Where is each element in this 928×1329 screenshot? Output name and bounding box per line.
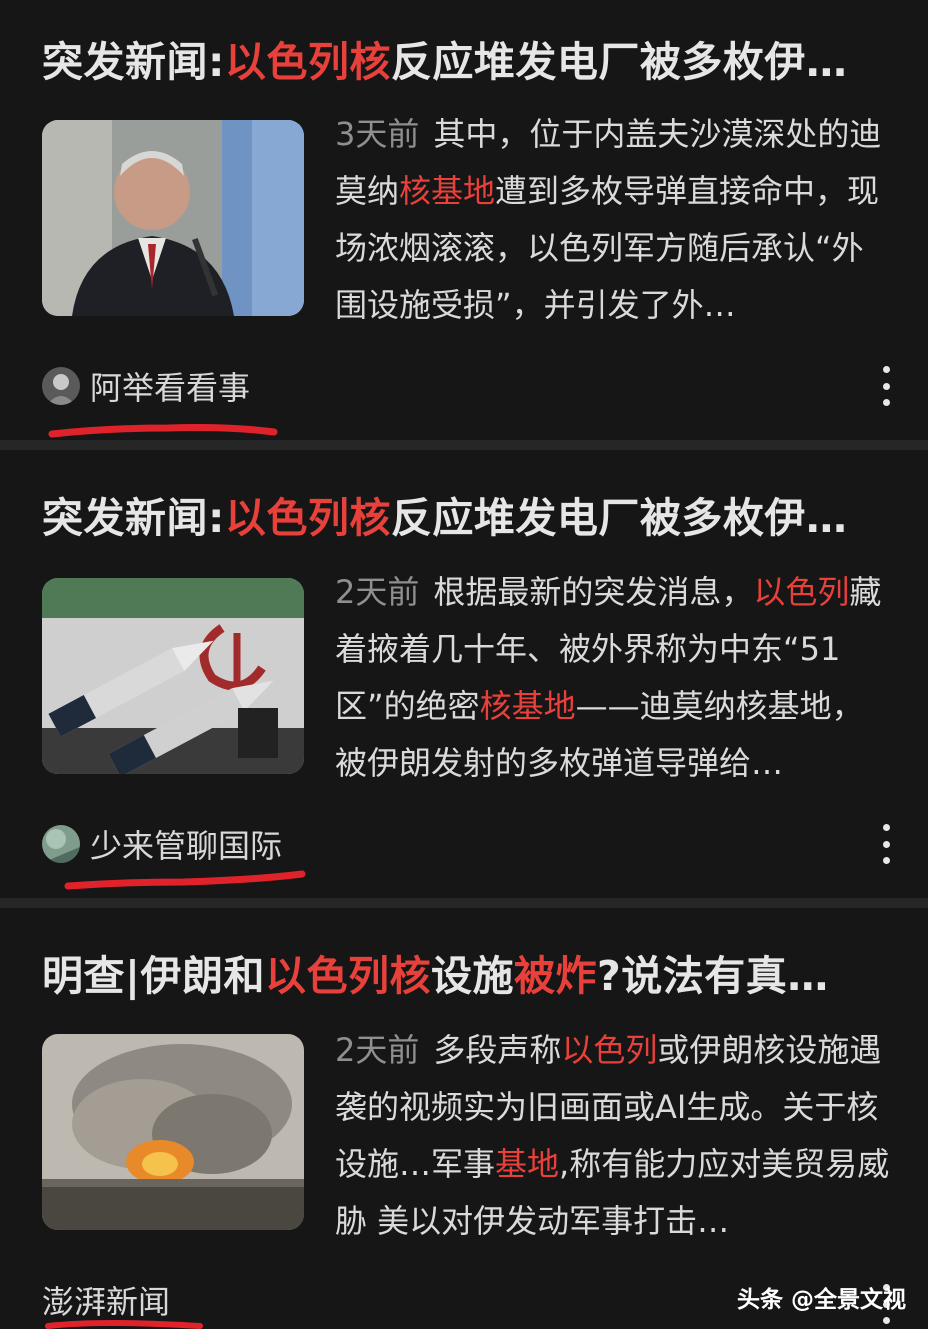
article-snippet: 3天前 其中，位于内盖夫沙漠深处的迪莫纳核基地遭到多枚导弹直接命中，现场浓烟滚滚，… [335,106,895,334]
highlighted-keyword: 基地 [495,1145,560,1183]
highlighted-keyword: 核基地 [399,172,496,210]
more-options-icon[interactable] [878,366,894,406]
text-segment: 根据最新的突发消息， [433,573,754,611]
highlighted-keyword: 以色列核 [224,38,391,86]
card-separator [0,440,928,450]
source-row[interactable]: 少来管聊国际 [42,822,282,866]
source-name[interactable]: 阿举看看事 [90,363,250,409]
article-thumbnail[interactable] [42,578,304,774]
red-underline-annotation [45,1320,203,1329]
card-separator [0,898,928,908]
avatar[interactable] [42,367,80,405]
publish-time: 2天前 [335,573,420,611]
avatar[interactable] [42,825,80,863]
text-segment: 突发新闻: [42,38,225,86]
highlighted-keyword: 以色列 [561,1031,658,1069]
text-segment: 明查|伊朗和 [42,952,265,1000]
text-segment: 设施 [430,952,514,1000]
news-photo-speaker-icon [42,120,304,316]
article-card-1[interactable]: 突发新闻:以色列核反应堆发电厂被多枚伊… 3天前 其中，位于内盖夫沙漠深处的迪莫纳… [0,0,928,440]
red-underline-annotation [64,870,306,890]
red-underline-annotation [48,424,278,438]
article-card-2[interactable]: 突发新闻:以色列核反应堆发电厂被多枚伊… 2天前 根据最新的突发消息，以色列藏着掖… [0,450,928,898]
more-options-icon[interactable] [878,824,894,864]
article-card-3[interactable]: 明查|伊朗和以色列核设施被炸?说法有真… 2天前 多段声称以色列或伊朗核设施遇袭的… [0,908,928,1329]
source-row[interactable]: 澎湃新闻 [42,1278,170,1322]
publish-time: 2天前 [335,1031,420,1069]
highlighted-keyword: 被炸 [513,952,597,1000]
highlighted-keyword: 以色列 [753,573,850,611]
explosion-photo-icon [42,1034,304,1230]
article-thumbnail[interactable] [42,120,304,316]
article-title[interactable]: 明查|伊朗和以色列核设施被炸?说法有真… [42,946,892,1006]
source-name[interactable]: 少来管聊国际 [90,821,282,867]
article-snippet: 2天前 多段声称以色列或伊朗核设施遇袭的视频实为旧画面或AI生成。关于核设施…军事… [335,1022,895,1250]
source-row[interactable]: 阿举看看事 [42,364,250,408]
text-segment: ?说法有真… [596,952,829,1000]
highlighted-keyword: 以色列核 [264,952,431,1000]
text-segment: 反应堆发电厂被多枚伊… [390,38,848,86]
article-snippet: 2天前 根据最新的突发消息，以色列藏着掖着几十年、被外界称为中东“51区”的绝密核… [335,564,895,792]
missiles-photo-icon [42,578,304,774]
highlighted-keyword: 以色列核 [224,494,391,542]
article-title[interactable]: 突发新闻:以色列核反应堆发电厂被多枚伊… [42,32,892,92]
text-segment: 多段声称 [433,1031,562,1069]
publish-time: 3天前 [335,115,420,153]
article-thumbnail[interactable] [42,1034,304,1230]
source-name[interactable]: 澎湃新闻 [42,1277,170,1323]
watermark: 头条 @全景文视 [736,1287,906,1313]
article-title[interactable]: 突发新闻:以色列核反应堆发电厂被多枚伊… [42,488,892,548]
text-segment: 突发新闻: [42,494,225,542]
highlighted-keyword: 核基地 [479,687,576,725]
text-segment: 反应堆发电厂被多枚伊… [390,494,848,542]
